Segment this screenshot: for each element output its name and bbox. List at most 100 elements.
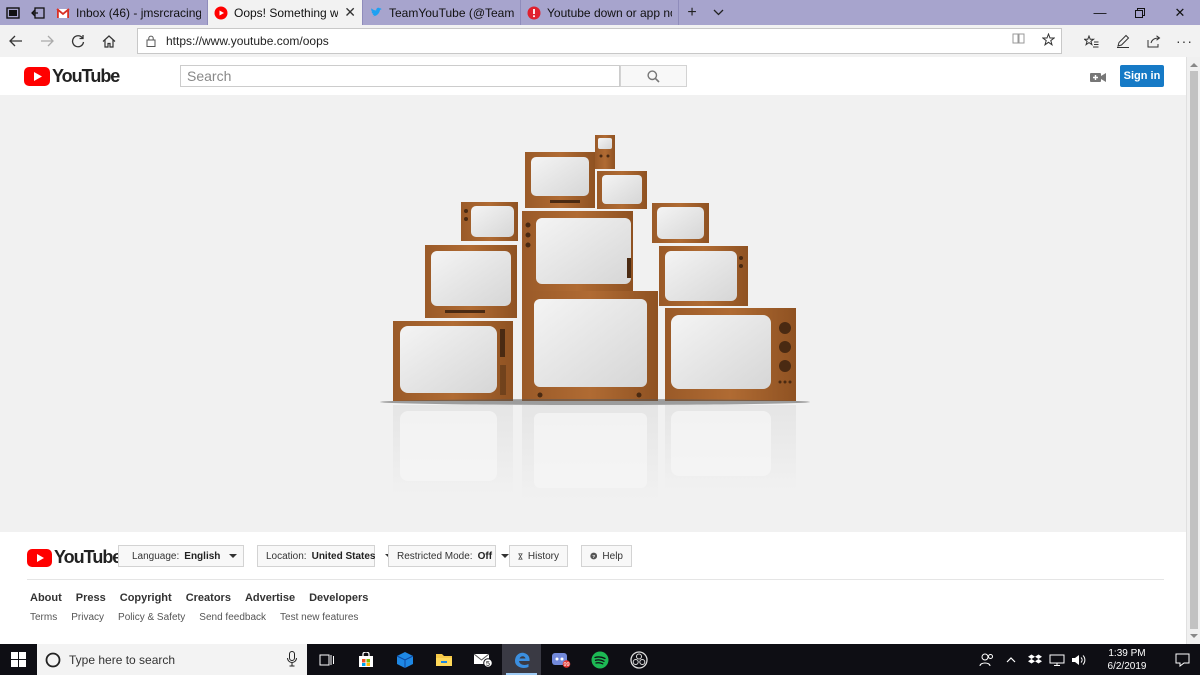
scroll-down-icon[interactable]	[1190, 634, 1198, 638]
chevron-up-icon[interactable]	[998, 656, 1024, 663]
gmail-icon	[56, 7, 70, 18]
network-icon[interactable]	[1046, 654, 1068, 666]
set-aside-tabs-icon[interactable]	[25, 0, 50, 25]
upload-video-icon[interactable]	[1090, 70, 1106, 88]
footer-link-advertise[interactable]: Advertise	[245, 592, 295, 604]
tab-title: TeamYouTube (@TeamYouT	[389, 5, 514, 20]
people-icon[interactable]	[976, 653, 998, 667]
help-button[interactable]: ? Help	[581, 545, 632, 567]
favorites-hub-icon[interactable]	[1076, 25, 1107, 57]
caret-down-icon	[229, 554, 238, 558]
url-text: https://www.youtube.com/oops	[166, 34, 329, 48]
microsoft-store-icon[interactable]	[346, 644, 385, 675]
share-icon[interactable]	[1138, 25, 1169, 57]
tab-preview-icon[interactable]	[0, 0, 25, 25]
3d-box-app-icon[interactable]	[385, 644, 424, 675]
refresh-icon[interactable]	[62, 25, 93, 57]
footer-link-press[interactable]: Press	[76, 592, 106, 604]
home-icon[interactable]	[93, 25, 124, 57]
language-picker-button[interactable]: ? Language: English	[118, 545, 244, 567]
scrollbar-thumb[interactable]	[1190, 71, 1198, 629]
location-value: United States	[311, 550, 376, 562]
clock-date: 6/2/2019	[1107, 660, 1147, 672]
footer-link-developers[interactable]: Developers	[309, 592, 368, 604]
tab-title: Youtube down or app not w	[547, 5, 672, 20]
windows-start-icon[interactable]	[0, 644, 37, 675]
tab-twitter[interactable]: TeamYouTube (@TeamYouT	[363, 0, 521, 25]
restricted-value: Off	[477, 550, 493, 562]
logo-text: YouTube	[52, 66, 120, 86]
footer-link-test-features[interactable]: Test new features	[280, 612, 358, 623]
footer-link-copyright[interactable]: Copyright	[120, 592, 172, 604]
task-view-icon[interactable]	[307, 644, 346, 675]
restricted-mode-button[interactable]: Restricted Mode: Off	[388, 545, 510, 567]
volume-icon[interactable]	[1068, 654, 1090, 666]
youtube-logo[interactable]: YouTube	[24, 66, 120, 87]
windows-taskbar: Type here to search 5 99 1:39 PM 6/2/201…	[0, 644, 1200, 675]
footer-link-privacy[interactable]: Privacy	[71, 612, 104, 623]
tab-downdetector[interactable]: Youtube down or app not w	[521, 0, 679, 25]
youtube-footer: YouTube ? Language: English Location: Un…	[0, 532, 1186, 644]
history-label: History	[527, 550, 559, 562]
twitter-icon	[371, 7, 382, 16]
lock-icon	[146, 35, 156, 47]
error-page-content	[0, 95, 1186, 532]
footer-link-creators[interactable]: Creators	[186, 592, 231, 604]
browser-tab-strip: Inbox (46) - jmsrcracing@gr Oops! Someth…	[0, 0, 1200, 25]
obs-studio-icon[interactable]	[619, 644, 658, 675]
scroll-up-icon[interactable]	[1190, 63, 1198, 67]
location-picker-button[interactable]: Location: United States	[257, 545, 393, 567]
close-window-icon[interactable]: ✕	[1160, 0, 1200, 25]
browser-toolbar: https://www.youtube.com/oops ···	[0, 25, 1200, 57]
system-clock[interactable]: 1:39 PM 6/2/2019	[1090, 647, 1164, 673]
edge-browser-icon[interactable]	[502, 644, 541, 675]
address-bar[interactable]: https://www.youtube.com/oops	[137, 28, 1062, 54]
sign-in-button[interactable]: Sign in	[1120, 65, 1164, 87]
reading-view-icon[interactable]	[1005, 33, 1031, 49]
dropbox-icon[interactable]	[1024, 654, 1046, 666]
system-tray: 1:39 PM 6/2/2019	[976, 644, 1200, 675]
footer-youtube-logo[interactable]: YouTube	[27, 547, 122, 568]
caret-down-icon	[501, 554, 510, 558]
history-button[interactable]: History	[509, 545, 568, 567]
tab-youtube-oops[interactable]: Oops! Something went ✕	[208, 0, 363, 25]
forward-icon[interactable]	[31, 25, 62, 57]
logo-text: YouTube	[54, 547, 122, 567]
footer-link-policy-safety[interactable]: Policy & Safety	[118, 612, 185, 623]
youtube-play-icon	[27, 548, 52, 567]
taskbar-search-input[interactable]: Type here to search	[37, 644, 307, 675]
location-label: Location:	[266, 550, 307, 562]
youtube-header: YouTube Search Sign in	[0, 57, 1186, 95]
tab-gmail[interactable]: Inbox (46) - jmsrcracing@gr	[50, 0, 208, 25]
footer-link-about[interactable]: About	[30, 592, 62, 604]
language-value: English	[184, 550, 221, 562]
hourglass-icon	[518, 552, 523, 560]
back-icon[interactable]	[0, 25, 31, 57]
footer-primary-links: About Press Copyright Creators Advertise…	[30, 592, 368, 604]
more-options-icon[interactable]: ···	[1169, 25, 1200, 57]
favorite-star-icon[interactable]	[1035, 32, 1061, 49]
page-scrollbar[interactable]	[1186, 57, 1200, 644]
tab-title: Oops! Something went	[234, 5, 339, 20]
restore-icon[interactable]	[1120, 0, 1160, 25]
search-icon	[647, 69, 660, 83]
microphone-icon[interactable]	[287, 651, 297, 667]
window-controls: — ✕	[1080, 0, 1200, 25]
close-tab-icon[interactable]: ✕	[344, 4, 356, 21]
action-center-icon[interactable]	[1164, 653, 1200, 667]
footer-link-terms[interactable]: Terms	[30, 612, 57, 623]
footer-link-send-feedback[interactable]: Send feedback	[199, 612, 266, 623]
help-label: Help	[602, 550, 623, 562]
alert-icon	[527, 6, 541, 19]
minimize-icon[interactable]: —	[1080, 0, 1120, 25]
new-tab-icon[interactable]: +	[679, 0, 705, 25]
file-explorer-icon[interactable]	[424, 644, 463, 675]
chevron-down-icon[interactable]	[705, 0, 731, 25]
discord-icon[interactable]: 99	[541, 644, 580, 675]
pen-icon[interactable]	[1107, 25, 1138, 57]
search-input[interactable]: Search	[180, 65, 620, 87]
mail-icon[interactable]: 5	[463, 644, 502, 675]
search-button[interactable]	[620, 65, 687, 87]
youtube-icon	[214, 6, 228, 19]
spotify-icon[interactable]	[580, 644, 619, 675]
